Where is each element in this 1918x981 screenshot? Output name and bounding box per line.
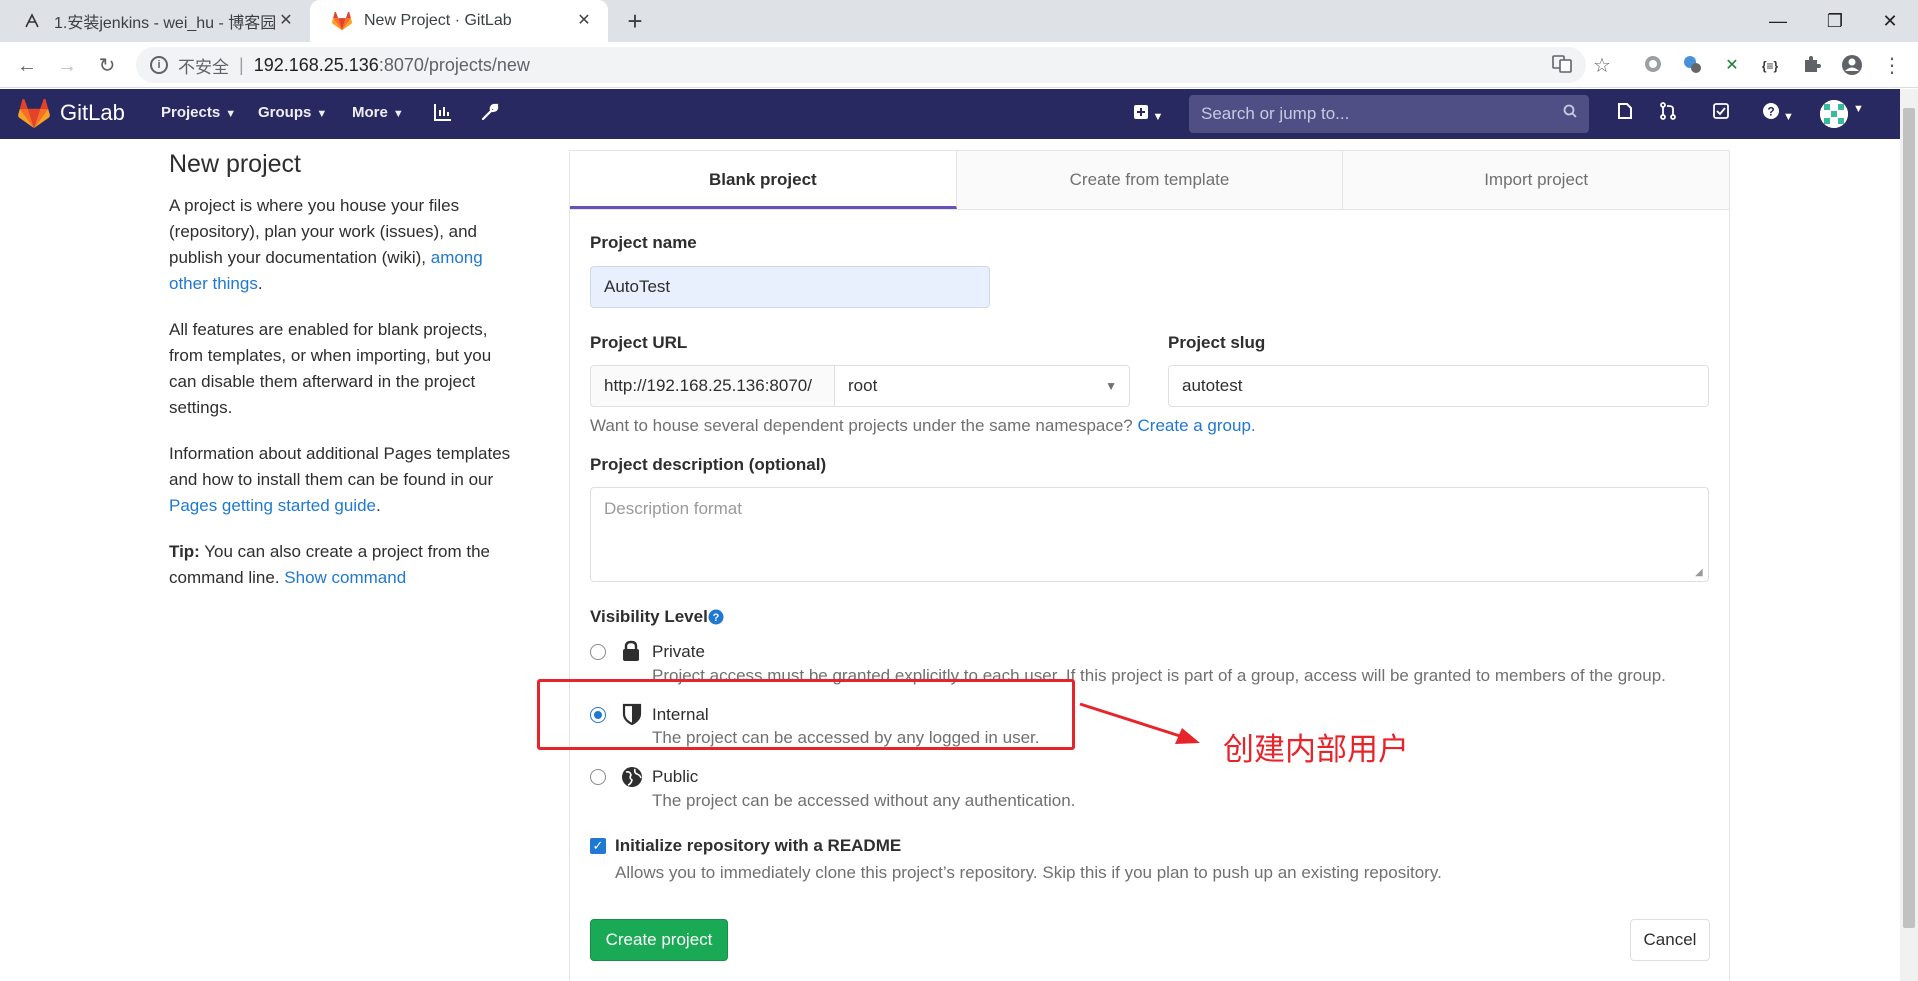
gitlab-header: GitLab Projects ▼ Groups ▼ More ▼ ▼ Search … <box>0 89 1900 139</box>
globe-icon <box>621 766 643 788</box>
pages-paragraph: Information about additional Pages templ… <box>169 444 511 515</box>
gitlab-brand[interactable]: GitLab <box>60 100 125 126</box>
browser-tab-title: New Project · GitLab <box>364 12 512 29</box>
reload-icon[interactable]: ↻ <box>92 51 122 81</box>
browser-tab-title: 1.安装jenkins - wei_hu - 博客园 <box>54 15 277 32</box>
url-host: 192.168.25.136 <box>253 54 379 75</box>
browser-tab-bar: 1.安装jenkins - wei_hu - 博客园 ✕ New Project… <box>0 0 1918 42</box>
question-circle-icon[interactable]: ? <box>708 609 724 630</box>
close-icon[interactable]: ✕ <box>574 11 594 31</box>
browser-toolbar: ← → ↻ i 不安全 | 192.168.25.136 :8070/proje… <box>0 42 1918 88</box>
project-slug-label: Project slug <box>1168 333 1266 352</box>
new-item-plus-icon[interactable]: ▼ <box>1128 102 1168 126</box>
chevron-down-icon: ▼ <box>225 108 237 120</box>
window-close-icon[interactable]: ✕ <box>1870 6 1910 36</box>
svg-text:?: ? <box>1767 105 1774 119</box>
url-path: :8070/projects/new <box>378 54 530 75</box>
extension-circle-icon[interactable] <box>1641 54 1665 78</box>
project-slug-input[interactable]: autotest <box>1168 365 1709 407</box>
visibility-label: Visibility Level <box>590 607 708 626</box>
tab-create-from-template[interactable]: Create from template <box>956 151 1344 209</box>
activity-chart-icon[interactable] <box>431 102 455 126</box>
bookmark-star-icon[interactable]: ☆ <box>1590 54 1614 78</box>
scrollbar-thumb[interactable] <box>1903 108 1915 928</box>
chevron-down-icon[interactable]: ▼ <box>1853 103 1864 115</box>
nav-projects[interactable]: Projects ▼ <box>161 104 236 121</box>
visibility-private-title: Private <box>652 642 705 661</box>
project-url-prefix: http://192.168.25.136:8070/ <box>590 365 835 407</box>
readme-label: Initialize repository with a README <box>615 836 902 855</box>
annotation-text: 创建内部用户 <box>1223 732 1409 767</box>
security-label: 不安全 <box>178 57 229 77</box>
nav-more[interactable]: More ▼ <box>352 104 404 121</box>
visibility-public-title: Public <box>652 767 699 786</box>
chevron-down-icon: ▼ <box>1105 379 1117 393</box>
annotation-arrow-icon <box>1079 702 1200 744</box>
extension-x-icon[interactable]: ✕ <box>1720 54 1744 78</box>
json-extension-icon[interactable]: {≡} <box>1758 54 1782 78</box>
features-paragraph: All features are enabled for blank proje… <box>169 320 492 417</box>
extension-globe-icon[interactable] <box>1680 54 1704 78</box>
readme-checkbox[interactable]: ✓ <box>590 838 606 854</box>
gitlab-favicon-icon <box>332 11 352 31</box>
search-input[interactable]: Search or jump to... <box>1189 95 1589 133</box>
minimize-icon[interactable]: — <box>1758 6 1798 36</box>
back-arrow-icon[interactable]: ← <box>12 51 42 81</box>
new-tab-plus-icon[interactable]: + <box>620 7 650 37</box>
info-icon[interactable]: i <box>150 56 168 74</box>
blog-favicon-icon <box>22 11 42 31</box>
page-title: New project <box>169 150 301 178</box>
visibility-public-radio[interactable] <box>590 769 606 785</box>
show-command-link[interactable]: Show command <box>284 568 406 587</box>
namespace-hint: Want to house several dependent projects… <box>590 416 1256 435</box>
description-label: Project description (optional) <box>590 455 827 474</box>
tab-blank-project[interactable]: Blank project <box>570 151 957 209</box>
pages-guide-link[interactable]: Pages getting started guide <box>169 496 376 515</box>
svg-text:?: ? <box>713 612 720 624</box>
nav-groups[interactable]: Groups ▼ <box>258 104 327 121</box>
create-project-button[interactable]: Create project <box>590 919 728 961</box>
browser-tab-gitlab[interactable]: New Project · GitLab ✕ <box>310 0 608 42</box>
browser-tab-jenkins[interactable]: 1.安装jenkins - wei_hu - 博客园 ✕ <box>0 0 310 42</box>
search-icon <box>1563 95 1577 133</box>
new-project-sidebar: New project A project is where you house… <box>169 150 519 611</box>
visibility-private-radio[interactable] <box>590 644 606 660</box>
avatar[interactable] <box>1820 100 1848 128</box>
forward-arrow-icon[interactable]: → <box>52 51 82 81</box>
profile-icon[interactable] <box>1840 54 1864 78</box>
restore-icon[interactable]: ❐ <box>1815 6 1855 36</box>
project-name-input[interactable]: AutoTest <box>590 266 990 308</box>
readme-desc: Allows you to immediately clone this pro… <box>615 863 1442 882</box>
lock-icon <box>621 640 643 662</box>
visibility-public-desc: The project can be accessed without any … <box>652 791 1076 810</box>
help-icon[interactable]: ? ▼ <box>1756 102 1800 126</box>
merge-requests-icon[interactable] <box>1656 102 1680 126</box>
translate-icon[interactable] <box>1550 54 1574 78</box>
gitlab-logo-icon[interactable] <box>18 98 50 129</box>
close-icon[interactable]: ✕ <box>276 11 296 31</box>
project-type-tabs: Blank project Create from template Impor… <box>570 151 1730 210</box>
issues-icon[interactable] <box>1613 102 1637 126</box>
address-bar[interactable]: i 不安全 | 192.168.25.136 :8070/projects/ne… <box>136 47 1586 83</box>
resize-handle-icon[interactable]: ◢ <box>1695 568 1705 578</box>
annotation-highlight-box <box>537 679 1075 750</box>
create-group-link[interactable]: Create a group. <box>1138 416 1256 435</box>
browser-menu-icon[interactable]: ⋮ <box>1880 54 1904 78</box>
project-url-label: Project URL <box>590 333 688 352</box>
extensions-puzzle-icon[interactable] <box>1800 54 1824 78</box>
admin-wrench-icon[interactable] <box>478 102 502 126</box>
intro-paragraph: A project is where you house your files … <box>169 196 483 293</box>
chevron-down-icon: ▼ <box>392 108 404 120</box>
tip-paragraph: Tip: You can also create a project from … <box>169 542 490 587</box>
chevron-down-icon: ▼ <box>316 108 328 120</box>
project-name-label: Project name <box>590 233 697 252</box>
namespace-select[interactable]: root ▼ <box>834 365 1130 407</box>
cancel-button[interactable]: Cancel <box>1630 919 1710 961</box>
description-textarea[interactable]: Description format <box>590 487 1709 582</box>
tab-import-project[interactable]: Import project <box>1343 151 1730 209</box>
todos-icon[interactable] <box>1709 102 1733 126</box>
